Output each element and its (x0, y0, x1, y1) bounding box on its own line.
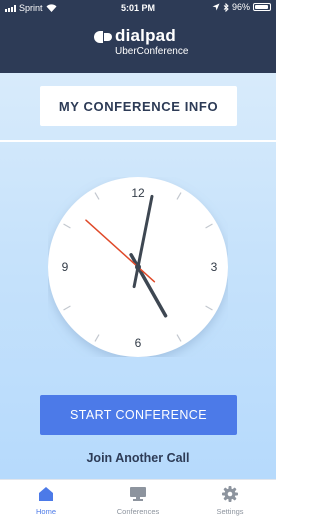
clock-label-12: 12 (131, 186, 145, 200)
clock-label-9: 9 (62, 260, 69, 274)
brand: dialpad UberConference (93, 26, 203, 60)
gear-icon (222, 486, 238, 502)
battery-icon (253, 3, 271, 11)
tab-home-label: Home (35, 507, 56, 516)
analog-clock: 12 3 6 9 (48, 177, 228, 357)
main-content: MY CONFERENCE INFO 12 3 6 9 START CONFER… (0, 73, 276, 479)
status-bar: Sprint 5:01 PM 96% (0, 0, 276, 16)
app-header: Sprint 5:01 PM 96% dialpad UberConferenc… (0, 0, 276, 73)
clock-center (135, 264, 141, 270)
tab-settings-label: Settings (216, 507, 244, 516)
tab-settings[interactable]: Settings (184, 480, 276, 516)
join-another-call-link[interactable]: Join Another Call (0, 451, 276, 465)
brand-subtitle: UberConference (115, 46, 189, 57)
location-icon (212, 3, 220, 11)
clock-label-3: 3 (211, 260, 218, 274)
tab-conferences[interactable]: Conferences (92, 480, 184, 516)
tab-bar: Home Conferences Settings (0, 479, 276, 516)
bluetooth-icon (223, 2, 229, 12)
clock-label-6: 6 (135, 336, 142, 350)
dialpad-logo-icon (94, 31, 112, 43)
tab-conferences-label: Conferences (116, 507, 160, 516)
my-conference-info-button[interactable]: MY CONFERENCE INFO (40, 86, 237, 126)
monitor-icon (130, 487, 146, 501)
battery-percent: 96% (231, 2, 250, 12)
divider (0, 140, 276, 142)
home-icon (39, 487, 53, 501)
tab-home[interactable]: Home (0, 480, 92, 516)
start-conference-button[interactable]: START CONFERENCE (40, 395, 237, 435)
brand-name: dialpad (115, 26, 176, 45)
